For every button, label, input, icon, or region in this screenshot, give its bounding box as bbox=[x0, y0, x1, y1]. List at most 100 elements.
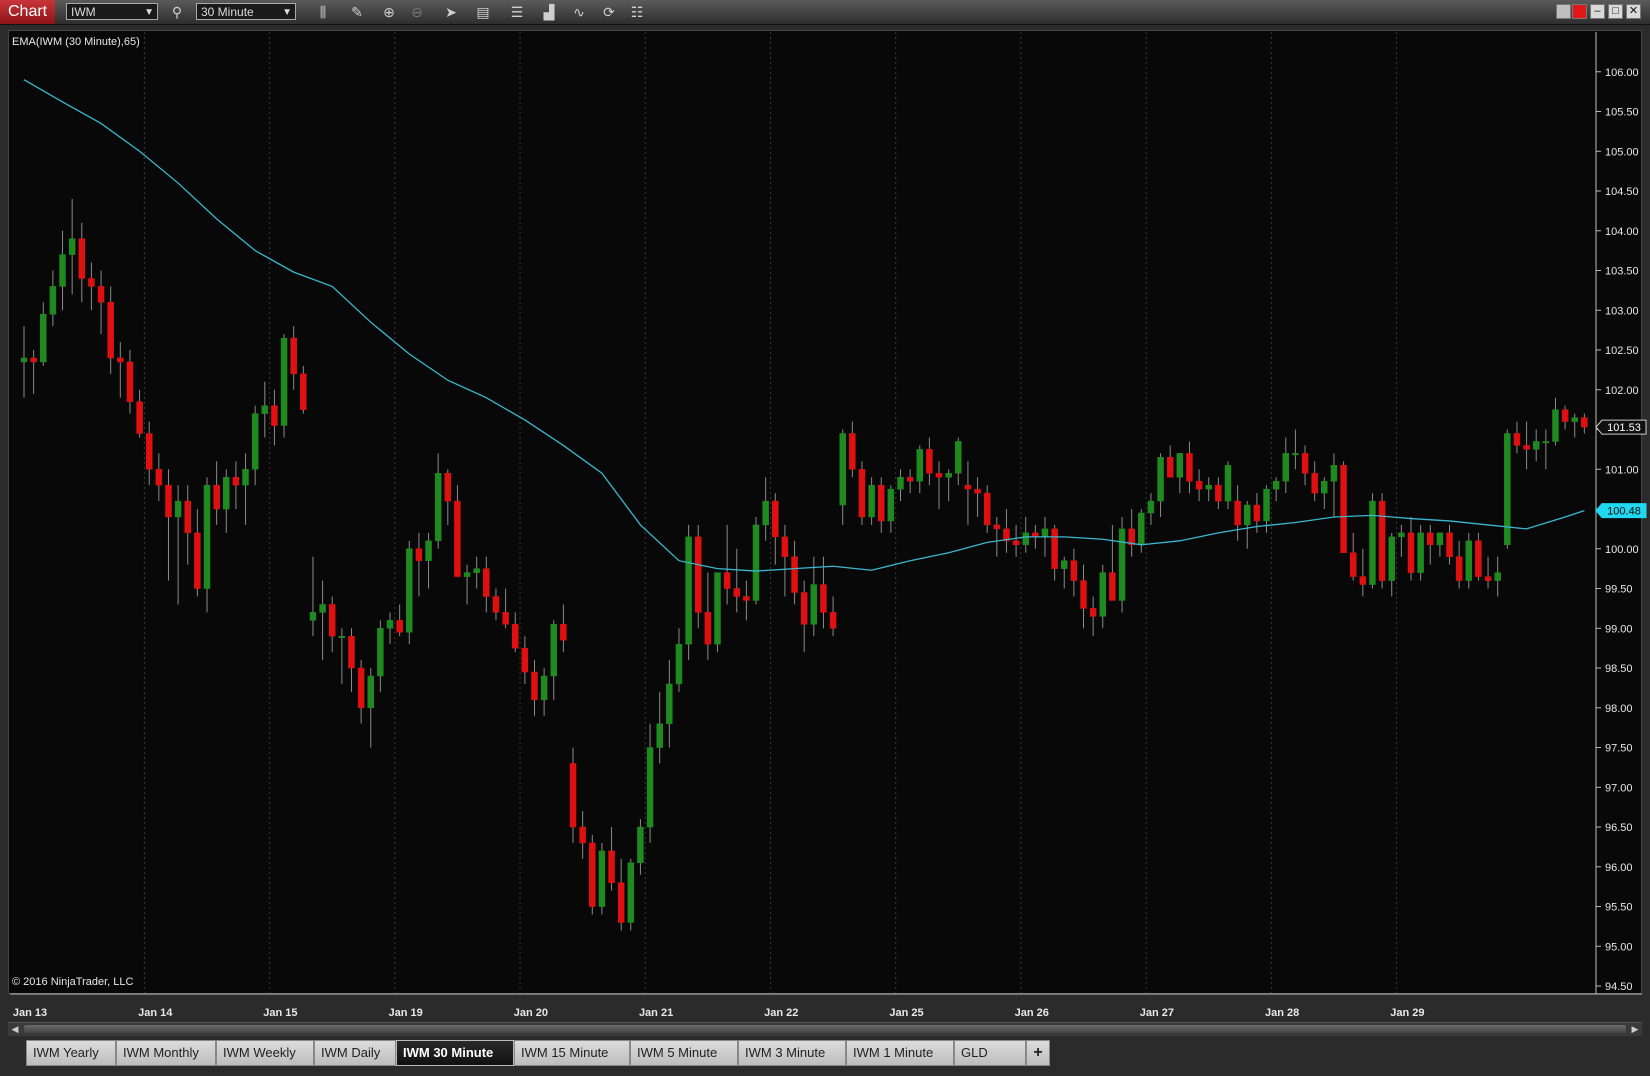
tab-iwm-5-minute[interactable]: IWM 5 Minute bbox=[630, 1040, 738, 1066]
tab-iwm-weekly[interactable]: IWM Weekly bbox=[216, 1040, 314, 1066]
chart-scrollbar[interactable]: ◀ ▶ bbox=[8, 1022, 1642, 1036]
candle-body bbox=[1561, 409, 1569, 422]
candle-body bbox=[165, 484, 172, 518]
y-tick-label: 106.00 bbox=[1605, 67, 1639, 79]
candle-body bbox=[1186, 453, 1193, 482]
candle-body bbox=[1147, 500, 1155, 514]
tab-iwm-15-minute[interactable]: IWM 15 Minute bbox=[514, 1040, 630, 1066]
candle-body bbox=[675, 643, 683, 685]
candle-body bbox=[348, 635, 355, 669]
y-tick-label: 97.00 bbox=[1605, 782, 1633, 794]
candle-body bbox=[608, 850, 615, 883]
candle-body bbox=[415, 548, 423, 561]
candle-body bbox=[1475, 540, 1482, 577]
candle-body bbox=[569, 763, 577, 828]
tab-iwm-monthly[interactable]: IWM Monthly bbox=[116, 1040, 216, 1066]
candle-body bbox=[743, 596, 750, 601]
candle-body bbox=[772, 500, 779, 538]
candle-body bbox=[261, 405, 269, 414]
scroll-right-icon[interactable]: ▶ bbox=[1628, 1023, 1642, 1036]
tab-iwm-daily[interactable]: IWM Daily bbox=[314, 1040, 396, 1066]
candle-body bbox=[107, 302, 114, 359]
candle-body bbox=[1109, 572, 1116, 601]
y-tick-label: 98.00 bbox=[1605, 703, 1633, 715]
candle-body bbox=[646, 747, 654, 828]
candle-body bbox=[280, 337, 288, 426]
price-chart[interactable]: Jan 13 Jan 14 Jan 15 Jan 19 Jan 20 Jan 21 Jan … bbox=[0, 0, 1650, 1020]
candle-body bbox=[145, 433, 153, 470]
y-tick-label: 104.50 bbox=[1605, 186, 1639, 198]
candle-body bbox=[800, 592, 808, 625]
y-tick-label: 96.50 bbox=[1605, 822, 1633, 834]
candle-body bbox=[1012, 540, 1020, 546]
candle-body bbox=[704, 612, 712, 645]
candle-body bbox=[1157, 457, 1164, 502]
candle-body bbox=[723, 572, 731, 589]
x-tick-label: Jan 20 bbox=[514, 1007, 548, 1019]
candle-body bbox=[1465, 540, 1473, 581]
candle-body bbox=[357, 667, 365, 709]
candle-body bbox=[30, 357, 37, 363]
tab-iwm-1-minute[interactable]: IWM 1 Minute bbox=[846, 1040, 954, 1066]
candle-body bbox=[1080, 580, 1087, 609]
candle-body bbox=[878, 484, 885, 522]
candle-body bbox=[242, 469, 249, 486]
candle-body bbox=[964, 484, 972, 490]
candle-body bbox=[492, 596, 500, 613]
y-tick-label: 102.00 bbox=[1605, 385, 1639, 397]
candle-body bbox=[203, 484, 211, 589]
candle-body bbox=[820, 584, 827, 613]
candle-body bbox=[1398, 532, 1405, 538]
y-tick-label: 103.50 bbox=[1605, 266, 1639, 278]
ema-price-label: 100.48 bbox=[1607, 506, 1641, 518]
add-tab-button[interactable]: + bbox=[1026, 1040, 1050, 1066]
candle-body bbox=[1513, 433, 1521, 446]
candle-body bbox=[550, 624, 557, 677]
candle-body bbox=[434, 472, 442, 542]
candle-body bbox=[945, 472, 952, 478]
candle-body bbox=[858, 469, 866, 518]
candle-body bbox=[78, 238, 86, 279]
tab-iwm-30-minute[interactable]: IWM 30 Minute bbox=[396, 1040, 514, 1066]
candle-body bbox=[1571, 417, 1578, 422]
candle-body bbox=[88, 278, 95, 287]
candle-body bbox=[1301, 453, 1309, 474]
scroll-thumb[interactable] bbox=[24, 1025, 1626, 1033]
candle-body bbox=[473, 568, 480, 573]
candle-body bbox=[463, 572, 471, 577]
candle-body bbox=[656, 723, 663, 748]
candle-body bbox=[974, 488, 981, 494]
tab-gld[interactable]: GLD bbox=[954, 1040, 1026, 1066]
candle-body bbox=[251, 413, 259, 470]
tab-iwm-yearly[interactable]: IWM Yearly bbox=[26, 1040, 116, 1066]
tab-iwm-3-minute[interactable]: IWM 3 Minute bbox=[738, 1040, 846, 1066]
candle-body bbox=[1244, 504, 1251, 526]
x-tick-label: Jan 13 bbox=[13, 1007, 47, 1019]
x-tick-label: Jan 29 bbox=[1390, 1007, 1424, 1019]
candle-body bbox=[752, 524, 760, 601]
candle-body bbox=[935, 472, 943, 478]
candle-body bbox=[617, 882, 625, 923]
candle-body bbox=[1205, 484, 1212, 490]
candle-body bbox=[1484, 576, 1492, 581]
y-tick-label: 99.50 bbox=[1605, 584, 1633, 596]
candle-body bbox=[511, 624, 519, 649]
candle-body bbox=[300, 373, 307, 410]
candle-body bbox=[926, 449, 933, 474]
candle-body bbox=[993, 524, 1001, 530]
candle-body bbox=[1022, 532, 1029, 546]
candle-body bbox=[40, 313, 47, 363]
candle-body bbox=[1494, 572, 1501, 581]
scroll-left-icon[interactable]: ◀ bbox=[8, 1023, 22, 1036]
candle-body bbox=[1282, 453, 1290, 482]
candle-body bbox=[1455, 556, 1463, 581]
candle-body bbox=[733, 588, 740, 597]
candle-body bbox=[849, 433, 856, 470]
candle-body bbox=[386, 620, 394, 629]
candle-body bbox=[1378, 500, 1386, 581]
x-tick-label: Jan 19 bbox=[389, 1007, 423, 1019]
candle-body bbox=[694, 536, 702, 613]
candle-body bbox=[174, 500, 182, 518]
candle-body bbox=[444, 472, 452, 502]
candle-body bbox=[338, 635, 346, 638]
